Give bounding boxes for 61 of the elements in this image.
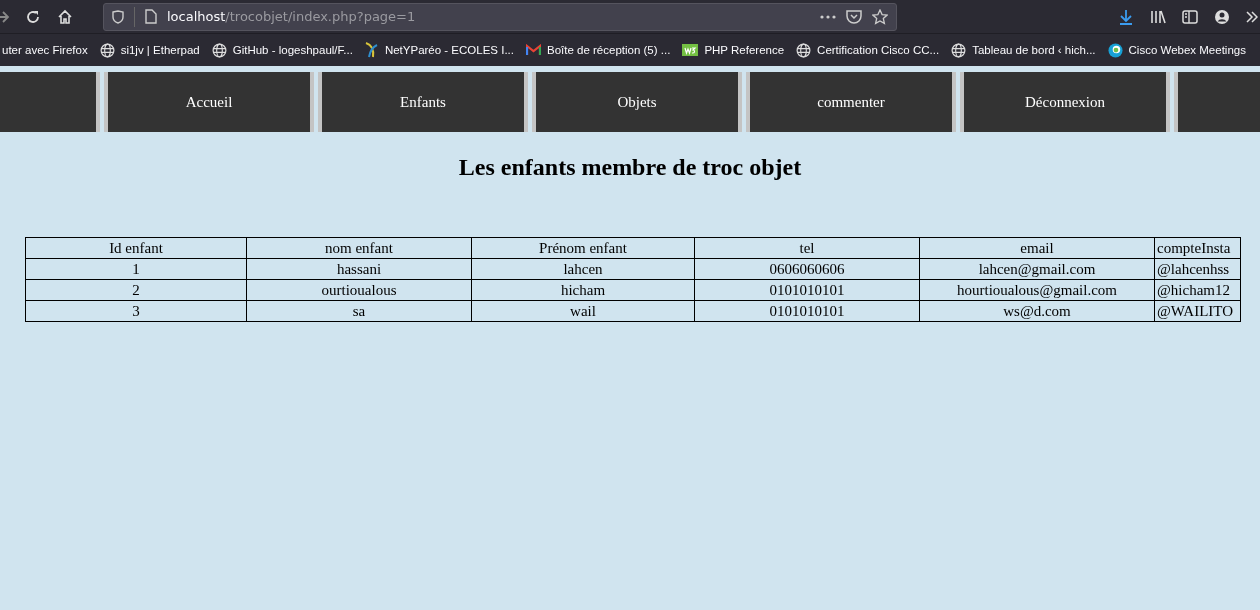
bookmark-link[interactable]: si1jv | Etherpad — [120, 44, 200, 56]
nav-link[interactable]: Enfants — [318, 72, 528, 132]
table-cell: hassani — [246, 258, 472, 280]
bookmark-link[interactable]: PHP Reference — [704, 44, 785, 56]
overflow-icon[interactable] — [1246, 10, 1258, 23]
table-cell: @hicham12 — [1154, 279, 1241, 301]
home-icon[interactable] — [57, 8, 73, 25]
nav-link[interactable]: Objets — [532, 72, 742, 132]
table-cell: lahcen@gmail.com — [919, 258, 1155, 280]
column-header: Id enfant — [25, 237, 247, 259]
table-cell: hourtioualous@gmail.com — [919, 279, 1155, 301]
shield-icon[interactable] — [112, 9, 124, 24]
table-cell: hicham — [471, 279, 695, 301]
star-icon[interactable] — [872, 8, 888, 25]
page-heading: Les enfants membre de troc objet — [457, 154, 803, 181]
bookmark-link[interactable]: Boîte de réception (5) ... — [547, 44, 671, 56]
mail-icon — [526, 44, 541, 56]
globe-icon — [99, 42, 115, 58]
download-icon[interactable] — [1118, 8, 1134, 25]
globe-icon — [951, 42, 967, 58]
address-bar[interactable]: localhost/trocobjet/index.php?page=1 — [103, 2, 897, 31]
more-icon[interactable] — [820, 14, 836, 19]
account-icon[interactable] — [1214, 8, 1230, 25]
globe-icon — [796, 42, 812, 58]
url-text: localhost/trocobjet/index.php?page=1 — [167, 9, 416, 24]
reload-icon[interactable] — [25, 8, 41, 25]
table-cell: ourtioualous — [246, 279, 472, 301]
nav-link[interactable]: Déconnexion — [960, 72, 1170, 132]
bookmark-link[interactable]: GitHub - logeshpaul/F... — [232, 44, 353, 56]
table-cell: 1 — [25, 258, 247, 280]
bookmark-link[interactable]: Tableau de bord ‹ hich... — [972, 44, 1096, 56]
table-cell: 0606060606 — [694, 258, 920, 280]
table-cell: 2 — [25, 279, 247, 301]
column-header: nom enfant — [246, 237, 472, 259]
table-cell: 3 — [25, 300, 247, 322]
w3-logo-icon — [682, 44, 699, 56]
library-icon[interactable] — [1150, 9, 1166, 24]
table-cell: 0101010101 — [694, 279, 920, 301]
webex-icon — [1107, 42, 1123, 58]
nav-link[interactable]: Accueil — [104, 72, 314, 132]
forward-icon[interactable] — [0, 9, 10, 24]
table-cell: 0101010101 — [694, 300, 920, 322]
globe-icon — [211, 42, 227, 58]
table-cell: ws@d.com — [919, 300, 1155, 322]
table-cell: lahcen — [471, 258, 695, 280]
pocket-icon[interactable] — [846, 9, 862, 24]
bookmark-link[interactable]: Certification Cisco CC... — [817, 44, 940, 56]
nav-link[interactable]: commenter — [746, 72, 956, 132]
column-header: compteInsta — [1154, 237, 1241, 259]
column-header: email — [919, 237, 1155, 259]
table-cell: @WAILITO — [1154, 300, 1241, 322]
page-icon — [145, 9, 157, 24]
bookmark-link[interactable]: Cisco Webex Meetings — [1128, 44, 1246, 56]
column-header: tel — [694, 237, 920, 259]
table-cell: sa — [246, 300, 472, 322]
column-header: Prénom enfant — [471, 237, 695, 259]
sidebar-icon[interactable] — [1182, 9, 1198, 24]
table-cell: wail — [471, 300, 695, 322]
bookmark-link[interactable]: uter avec Firefox — [2, 44, 88, 56]
table-cell: @lahcenhss — [1154, 258, 1241, 280]
bookmark-link[interactable]: NetYParéo - ECOLES I... — [384, 44, 514, 56]
